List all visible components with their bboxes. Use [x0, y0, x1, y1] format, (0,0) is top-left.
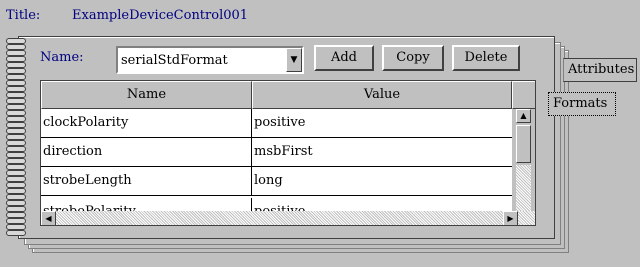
title-label: Title:	[6, 8, 41, 23]
cell-value[interactable]: positive	[252, 198, 512, 211]
cell-name[interactable]: direction	[41, 138, 252, 166]
delete-button[interactable]: Delete	[452, 45, 520, 71]
table-row[interactable]: strobePolarity positive	[41, 196, 512, 211]
horizontal-scrollbar[interactable]: ◀ ▶	[41, 211, 535, 225]
tab-attributes[interactable]: Attributes	[563, 58, 637, 82]
column-header-value[interactable]: Value	[252, 81, 512, 109]
scroll-thumb[interactable]	[516, 125, 531, 163]
add-button[interactable]: Add	[314, 45, 374, 71]
chevron-down-icon[interactable]: ▼	[286, 48, 302, 72]
table-row[interactable]: clockPolarity positive	[41, 109, 512, 138]
name-label: Name:	[40, 50, 84, 65]
arrow-up-icon[interactable]: ▲	[516, 109, 531, 123]
cell-name[interactable]: strobeLength	[41, 167, 252, 195]
cell-name[interactable]: strobePolarity	[41, 198, 252, 211]
cell-name[interactable]: clockPolarity	[41, 109, 252, 137]
title-value: ExampleDeviceControl001	[72, 8, 249, 23]
formats-table: Name Value clockPolarity positive direct…	[40, 80, 536, 226]
arrow-left-icon[interactable]: ◀	[41, 211, 56, 225]
name-combobox-value: serialStdFormat	[121, 53, 228, 68]
tab-formats[interactable]: Formats	[548, 92, 616, 116]
cell-value[interactable]: long	[252, 167, 512, 195]
column-header-name[interactable]: Name	[41, 81, 252, 109]
scroll-track[interactable]	[516, 165, 531, 211]
copy-button[interactable]: Copy	[382, 45, 444, 71]
cell-value[interactable]: positive	[252, 109, 512, 137]
header-corner	[512, 81, 535, 109]
name-combobox[interactable]: serialStdFormat ▼	[116, 46, 304, 74]
table-row[interactable]: direction msbFirst	[41, 138, 512, 167]
cell-value[interactable]: msbFirst	[252, 138, 512, 166]
spiral-ring	[6, 230, 26, 236]
spiral-binding	[6, 38, 26, 238]
table-row[interactable]: strobeLength long	[41, 167, 512, 196]
arrow-right-icon[interactable]: ▶	[503, 211, 518, 225]
vertical-scrollbar[interactable]: ▲	[512, 109, 535, 211]
